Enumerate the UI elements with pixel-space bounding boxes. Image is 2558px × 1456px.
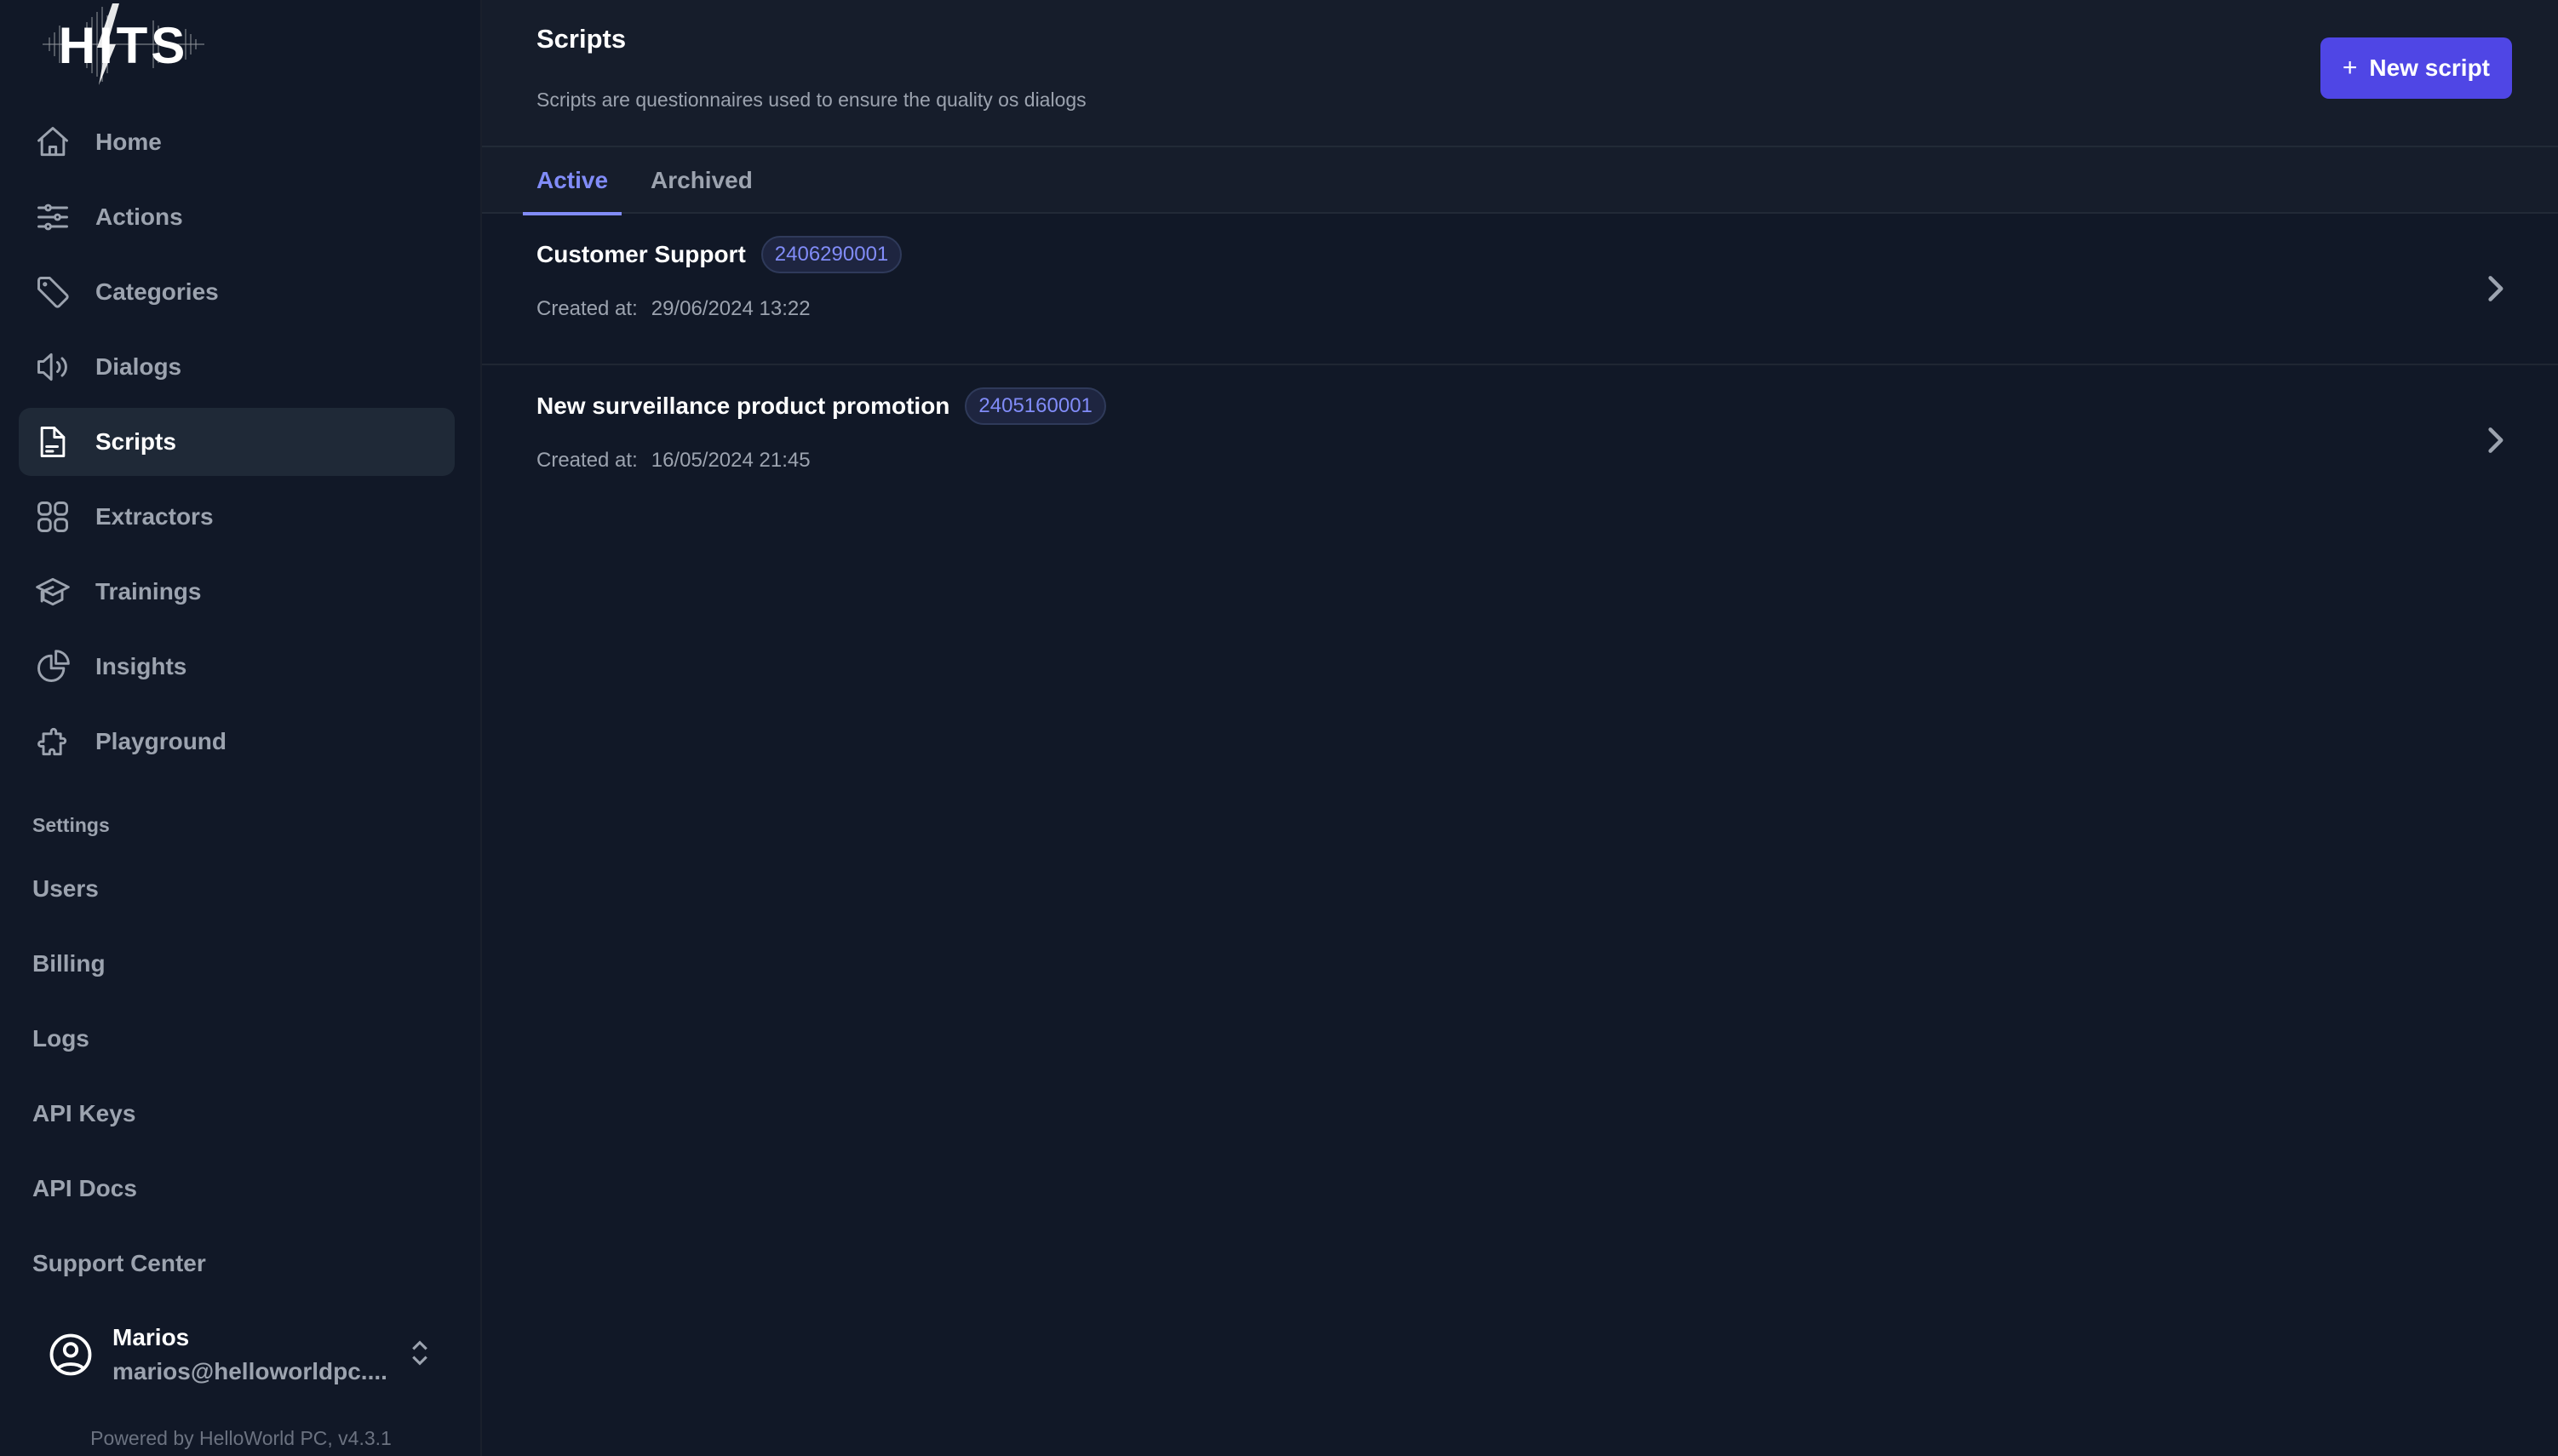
settings-nav: Users Billing Logs API Keys API Docs Sup… — [32, 875, 206, 1325]
sidebar-item-logs[interactable]: Logs — [32, 1025, 206, 1100]
sidebar-item-categories[interactable]: Categories — [19, 258, 455, 326]
sidebar-item-label: Insights — [95, 653, 187, 679]
graduation-cap-icon — [34, 573, 72, 610]
new-script-button-label: New script — [2369, 54, 2490, 81]
sidebar-item-label: Dialogs — [95, 353, 182, 380]
svg-text:HITS: HITS — [59, 17, 189, 74]
hits-logo-icon: HITS — [43, 3, 204, 85]
script-id-badge: 2405160001 — [965, 387, 1106, 425]
sliders-icon — [34, 198, 72, 236]
sidebar-item-label: Actions — [95, 203, 183, 230]
user-circle-icon — [48, 1332, 94, 1378]
sidebar-item-insights[interactable]: Insights — [19, 633, 455, 701]
sidebar-item-label: Extractors — [95, 503, 214, 530]
sidebar-item-label: Scripts — [95, 428, 176, 455]
user-info: Marios marios@helloworldpc.... — [112, 1321, 409, 1389]
settings-section-title: Settings — [32, 814, 110, 836]
user-name: Marios — [112, 1324, 190, 1350]
page-title: Scripts — [536, 24, 627, 54]
logo[interactable]: HITS — [34, 0, 213, 89]
sidebar: HITS Home Actions Categories Dialogs Scr… — [0, 0, 482, 1456]
created-label: Created at: — [536, 297, 638, 320]
plus-icon: + — [2342, 54, 2358, 82]
user-menu[interactable]: Marios marios@helloworldpc.... — [48, 1316, 431, 1393]
main-nav: Home Actions Categories Dialogs Scripts … — [19, 108, 455, 782]
powered-by-footer: Powered by HelloWorld PC, v4.3.1 — [90, 1427, 392, 1449]
sidebar-item-api-keys[interactable]: API Keys — [32, 1100, 206, 1175]
user-email: marios@helloworldpc.... — [112, 1358, 387, 1384]
chevron-up-down-icon[interactable] — [409, 1338, 431, 1372]
page-header: Scripts Scripts are questionnaires used … — [482, 0, 2558, 147]
sidebar-item-users[interactable]: Users — [32, 875, 206, 950]
app-root: HITS Home Actions Categories Dialogs Scr… — [0, 0, 2558, 1456]
sidebar-item-home[interactable]: Home — [19, 108, 455, 176]
created-date: 29/06/2024 13:22 — [651, 297, 811, 320]
chevron-right-icon[interactable] — [2483, 425, 2507, 460]
script-title-line: New surveillance product promotion 24051… — [536, 386, 1106, 427]
script-title: Customer Support — [536, 241, 746, 267]
chevron-right-icon[interactable] — [2483, 273, 2507, 308]
sidebar-item-actions[interactable]: Actions — [19, 183, 455, 251]
tab-bar: Active Archived — [482, 147, 2558, 215]
sidebar-item-label: Home — [95, 129, 162, 155]
script-title: New surveillance product promotion — [536, 393, 950, 419]
speaker-icon — [34, 348, 72, 386]
sidebar-item-label: Trainings — [95, 578, 202, 605]
sidebar-item-support-center[interactable]: Support Center — [32, 1250, 206, 1325]
pie-chart-icon — [34, 648, 72, 685]
script-title-line: Customer Support 2406290001 — [536, 234, 903, 275]
sidebar-item-scripts[interactable]: Scripts — [19, 408, 455, 476]
sidebar-item-playground[interactable]: Playground — [19, 708, 455, 776]
script-id-badge: 2406290001 — [760, 236, 903, 273]
sidebar-item-billing[interactable]: Billing — [32, 950, 206, 1025]
tab-archived[interactable]: Archived — [637, 147, 766, 214]
page-description: Scripts are questionnaires used to ensur… — [536, 89, 1087, 111]
created-label: Created at: — [536, 449, 638, 472]
home-icon — [34, 123, 72, 161]
document-icon — [34, 423, 72, 461]
tag-icon — [34, 273, 72, 311]
grid-icon — [34, 498, 72, 536]
main-content: Scripts Scripts are questionnaires used … — [482, 0, 2558, 1456]
sidebar-item-label: Playground — [95, 728, 227, 754]
tab-archived-label: Archived — [651, 167, 753, 193]
sidebar-item-api-docs[interactable]: API Docs — [32, 1175, 206, 1250]
tab-active[interactable]: Active — [523, 147, 622, 215]
script-created: Created at: 29/06/2024 13:22 — [536, 297, 811, 321]
script-row[interactable]: Customer Support 2406290001 Created at: 2… — [482, 214, 2558, 365]
new-script-button[interactable]: + New script — [2320, 37, 2512, 99]
scripts-list: Customer Support 2406290001 Created at: 2… — [482, 214, 2558, 517]
sidebar-item-label: Categories — [95, 278, 219, 305]
script-created: Created at: 16/05/2024 21:45 — [536, 449, 811, 473]
sidebar-item-trainings[interactable]: Trainings — [19, 558, 455, 626]
script-row[interactable]: New surveillance product promotion 24051… — [482, 365, 2558, 517]
created-date: 16/05/2024 21:45 — [651, 449, 811, 472]
puzzle-icon — [34, 723, 72, 760]
sidebar-item-extractors[interactable]: Extractors — [19, 483, 455, 551]
sidebar-item-dialogs[interactable]: Dialogs — [19, 333, 455, 401]
